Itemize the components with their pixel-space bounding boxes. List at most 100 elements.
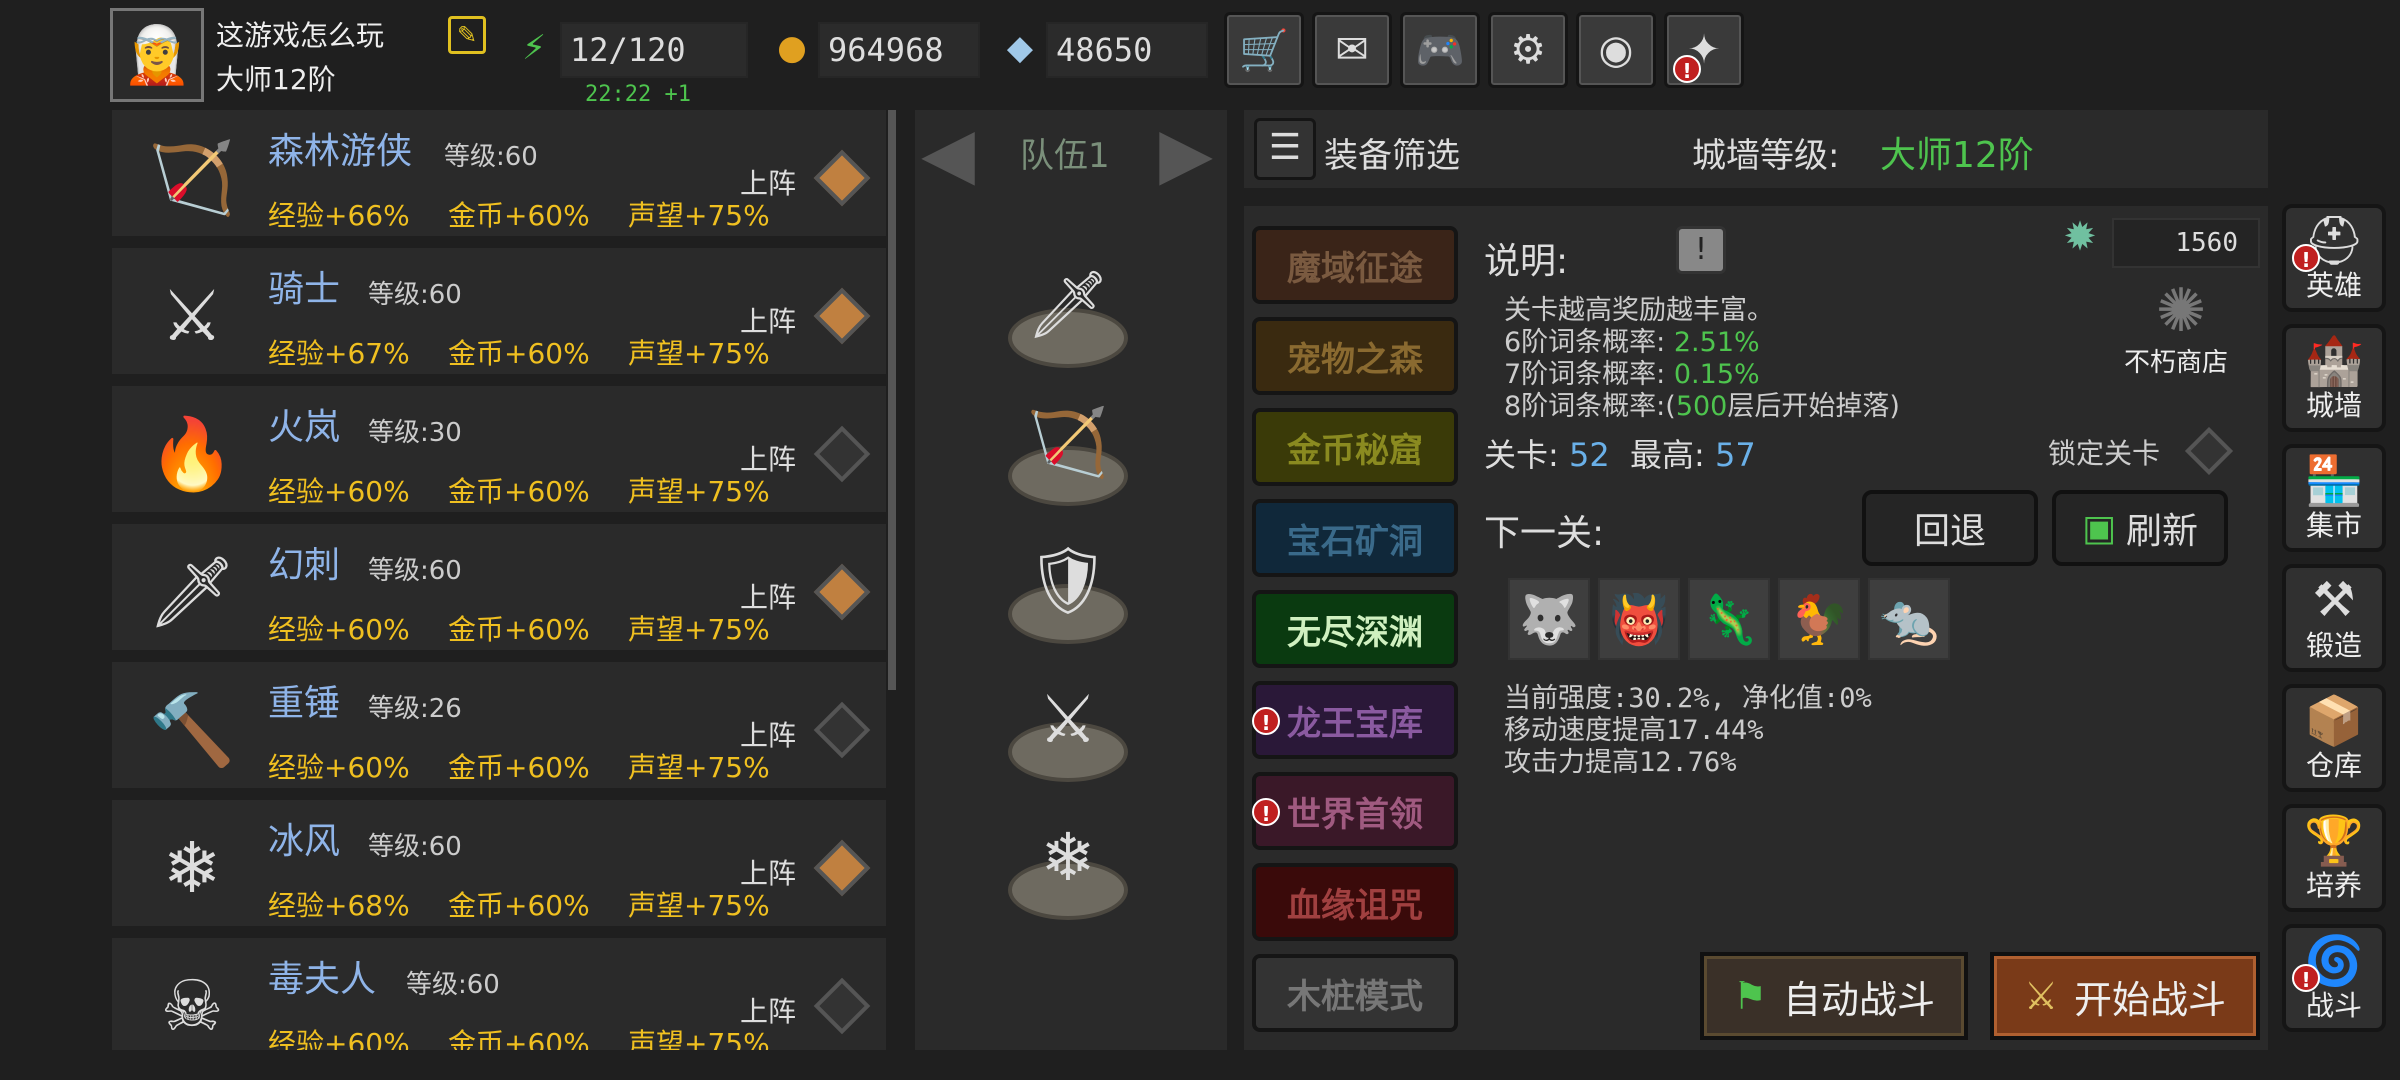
deploy-toggle[interactable]	[813, 701, 871, 759]
nav-castle[interactable]: 🏰 城墙	[2282, 324, 2386, 432]
refresh-label: 刷新	[2126, 511, 2199, 552]
wall-level-label: 城墙等级:	[1692, 136, 1840, 176]
hero-row[interactable]: 🔥 火岚 等级:30 经验+60% 金币+60% 声望+75% 上阵	[112, 386, 886, 518]
mode-button[interactable]: 魔域征途	[1252, 226, 1458, 304]
equipment-filter-label[interactable]: 装备筛选	[1324, 128, 1460, 177]
retreat-button[interactable]: 回退	[1862, 490, 2038, 566]
gem-value: 48650	[1046, 22, 1208, 78]
hero-level: 等级:60	[444, 142, 538, 172]
hero-name: 火岚	[268, 407, 341, 448]
nav-goblet[interactable]: 🏆 培养	[2282, 804, 2386, 912]
nav-anvil[interactable]: ⚒ 锻造	[2282, 564, 2386, 672]
filter-menu-icon[interactable]: ☰	[1254, 118, 1316, 180]
nav-market[interactable]: 🏪 集市	[2282, 444, 2386, 552]
mode-button[interactable]: 宝石矿洞	[1252, 499, 1458, 577]
ice-mage-sprite: ❄	[162, 827, 222, 909]
edit-name-icon[interactable]: ✎	[448, 16, 486, 54]
enemy-portrait[interactable]: 🐀	[1868, 578, 1950, 660]
stat-attack: 攻击力提高12.76%	[1504, 747, 1737, 778]
ad-video-icon: ▣	[2081, 507, 2116, 549]
mode-button[interactable]: 世界首领!	[1252, 772, 1458, 850]
mode-button[interactable]: 龙王宝库!	[1252, 681, 1458, 759]
color-wheel-icon: ◉	[1598, 27, 1634, 73]
hero-row[interactable]: 🔨 重锤 等级:26 经验+60% 金币+60% 声望+75% 上阵	[112, 662, 886, 794]
deploy-toggle[interactable]	[813, 149, 871, 207]
mode-button[interactable]: 金币秘窟	[1252, 408, 1458, 486]
event-button[interactable]: ✦!	[1664, 12, 1744, 88]
nav-helmet[interactable]: ⛑ 英雄!	[2282, 204, 2386, 312]
mode-button[interactable]: 血缘诅咒	[1252, 863, 1458, 941]
team-member-slot[interactable]: ⚔	[1018, 664, 1118, 774]
deploy-toggle[interactable]	[813, 287, 871, 345]
hero-row[interactable]: 🏹 森林游侠 等级:60 经验+66% 金币+60% 声望+75% 上阵	[112, 110, 886, 242]
hero-list[interactable]: 🏹 森林游侠 等级:60 经验+66% 金币+60% 声望+75% 上阵 ⚔ 骑…	[112, 110, 892, 1050]
color-wheel-button[interactable]: ◉	[1576, 12, 1656, 88]
hero-row[interactable]: ☠ 毒夫人 等级:60 经验+60% 金币+60% 声望+75% 上阵	[112, 938, 886, 1050]
nav-chest[interactable]: 📦 仓库	[2282, 684, 2386, 792]
hero-name: 重锤	[268, 683, 341, 724]
deploy-toggle[interactable]	[813, 563, 871, 621]
desc-tier8: 8阶词条概率:(500层后开始掉落)	[1504, 391, 1900, 422]
enemy-portrait[interactable]: 🐓	[1778, 578, 1860, 660]
gear-icon: ⚙	[1510, 27, 1546, 73]
hero-gold-bonus: 金币+60%	[448, 337, 590, 370]
team-member-slot[interactable]: ❄	[1018, 802, 1118, 912]
player-name: 这游戏怎么玩	[216, 19, 385, 52]
mode-label: 世界首领	[1287, 794, 1423, 835]
deploy-toggle[interactable]	[813, 977, 871, 1035]
goblet-icon: 🏆	[2304, 813, 2364, 869]
mode-button[interactable]: 宠物之森	[1252, 317, 1458, 395]
mode-label: 无尽深渊	[1287, 612, 1423, 653]
hammer-sprite: 🔨	[148, 688, 236, 771]
hero-row[interactable]: ❄ 冰风 等级:60 经验+68% 金币+60% 声望+75% 上阵	[112, 800, 886, 932]
deploy-toggle[interactable]	[813, 425, 871, 483]
nav-portal[interactable]: 🌀 战斗!	[2282, 924, 2386, 1032]
settings-button[interactable]: ⚙	[1488, 12, 1568, 88]
hero-exp-bonus: 经验+60%	[268, 1027, 410, 1050]
info-icon[interactable]: !	[1676, 226, 1726, 274]
team-member-slot[interactable]: 🗡	[1018, 250, 1118, 360]
hero-exp-bonus: 经验+66%	[268, 199, 410, 232]
start-battle-button[interactable]: ⚔ 开始战斗	[1990, 952, 2260, 1040]
hero-gold-bonus: 金币+60%	[448, 199, 590, 232]
prev-team-arrow[interactable]: ◀	[912, 118, 984, 190]
auto-battle-label: 自动战斗	[1783, 977, 1936, 1022]
mail-button[interactable]: ✉	[1312, 12, 1392, 88]
next-team-arrow[interactable]: ▶	[1150, 118, 1222, 190]
deploy-label: 上阵	[740, 443, 797, 476]
next-stage-label: 下一关:	[1484, 513, 1605, 554]
mode-label: 金币秘窟	[1287, 430, 1423, 471]
flag-icon: ⚑	[1732, 974, 1768, 1018]
castle-icon: 🏰	[2304, 333, 2364, 389]
hero-exp-bonus: 经验+60%	[268, 751, 410, 784]
deploy-label: 上阵	[740, 167, 797, 200]
mode-button[interactable]: 无尽深渊	[1252, 590, 1458, 668]
shop-cart-button[interactable]: 🛒	[1224, 12, 1304, 88]
hero-row[interactable]: 🗡 幻刺 等级:60 经验+60% 金币+60% 声望+75% 上阵	[112, 524, 886, 656]
hero-gold-bonus: 金币+60%	[448, 613, 590, 646]
enemy-portrait[interactable]: 👹	[1598, 578, 1680, 660]
mode-button[interactable]: 木桩模式	[1252, 954, 1458, 1032]
deploy-toggle[interactable]	[813, 839, 871, 897]
hero-name: 幻刺	[268, 545, 341, 586]
deploy-label: 上阵	[740, 857, 797, 890]
enemy-portrait[interactable]: 🦎	[1688, 578, 1770, 660]
knight-sprite: ⚔	[160, 275, 224, 357]
ranger-sprite: 🏹	[148, 136, 236, 219]
enemy-portrait[interactable]: 🐺	[1508, 578, 1590, 660]
refresh-button[interactable]: ▣ 刷新	[2052, 490, 2228, 566]
auto-battle-button[interactable]: ⚑ 自动战斗	[1700, 952, 1968, 1040]
hero-level: 等级:26	[368, 694, 462, 724]
team-member-slot[interactable]: 🛡	[1018, 526, 1118, 636]
hero-row[interactable]: ⚔ 骑士 等级:60 经验+67% 金币+60% 声望+75% 上阵	[112, 248, 886, 380]
stage-info: 关卡: 52 最高: 57	[1484, 436, 1756, 474]
assassin-sprite: 🗡	[147, 550, 237, 633]
immortal-shop-label[interactable]: 不朽商店	[2124, 342, 2228, 379]
hero-list-scrollbar[interactable]	[888, 110, 896, 690]
lock-stage-label: 锁定关卡	[2048, 437, 2161, 470]
player-avatar[interactable]: 🧝	[110, 8, 204, 102]
hero-level: 等级:30	[368, 418, 462, 448]
hero-exp-bonus: 经验+68%	[268, 889, 410, 922]
gamepad-button[interactable]: 🎮	[1400, 12, 1480, 88]
team-member-slot[interactable]: 🏹	[1018, 388, 1118, 498]
